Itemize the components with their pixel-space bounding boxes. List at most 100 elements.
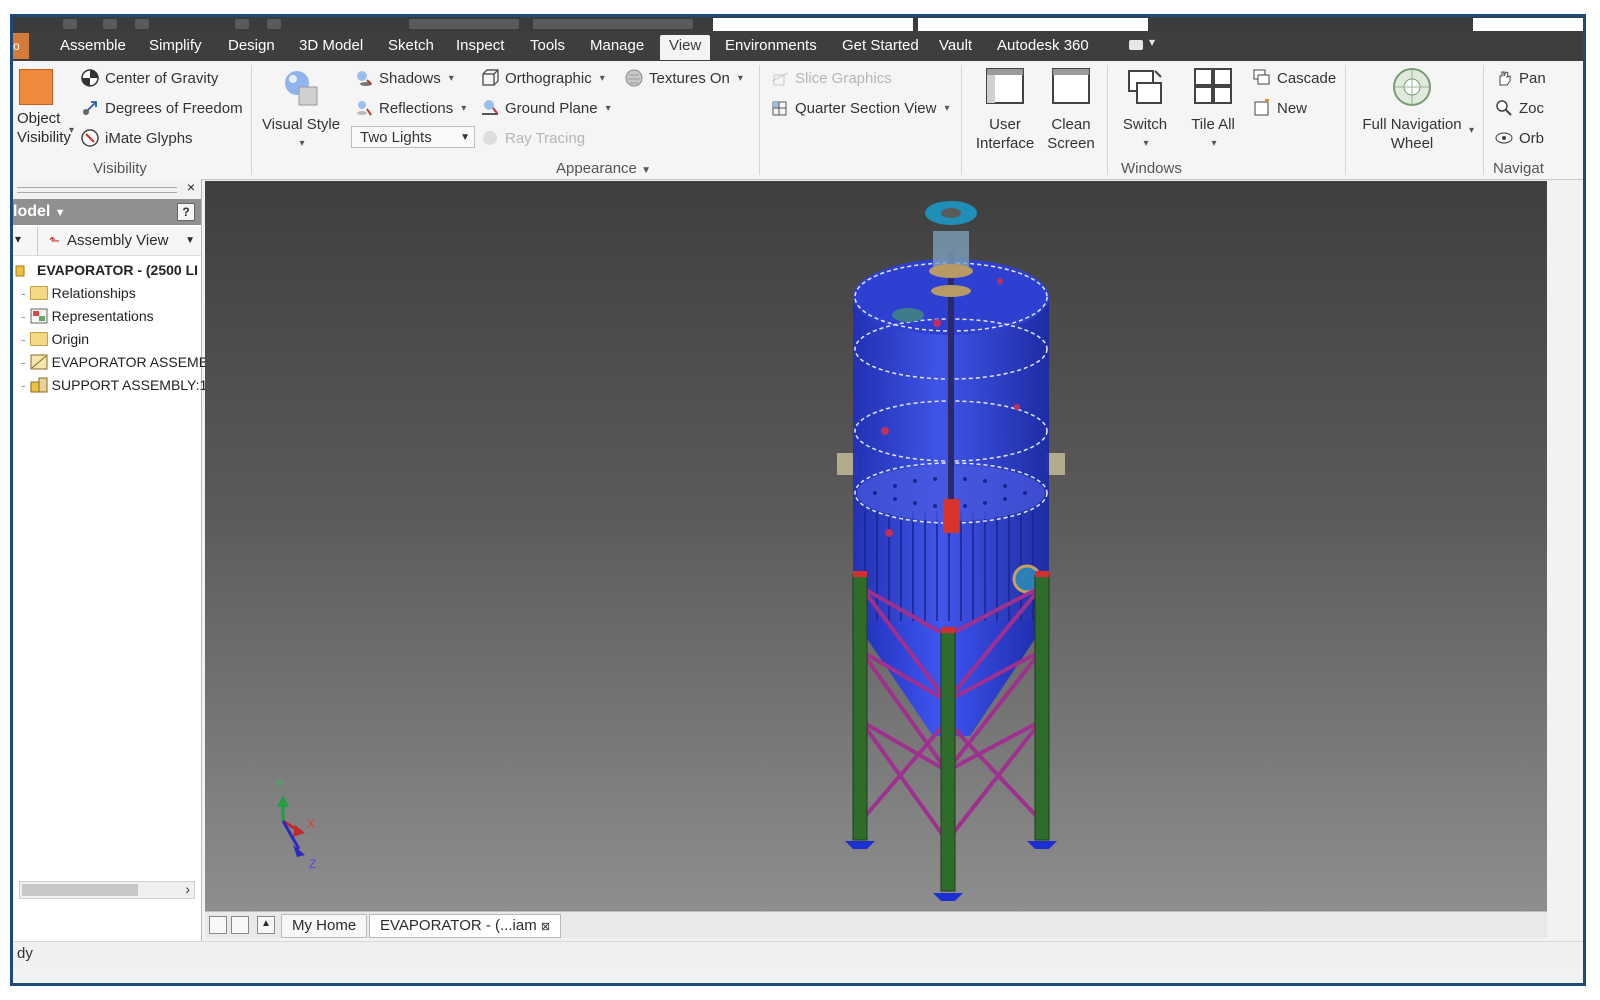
tree-item-label: SUPPORT ASSEMBLY:1	[51, 377, 205, 393]
chevron-down-icon: ▾	[1143, 138, 1149, 149]
tab-assemble[interactable]: Assemble	[60, 37, 126, 54]
quarter-section-view-button[interactable]: Quarter Section View ▾	[771, 99, 950, 117]
new-window-button[interactable]: New	[1253, 99, 1307, 117]
tab-3d-model[interactable]: 3D Model	[299, 37, 363, 54]
ray-tracing-button[interactable]: Ray Tracing	[481, 129, 585, 147]
user-interface-button[interactable]: User Interface	[971, 67, 1039, 153]
chevron-right-icon[interactable]: ›	[185, 881, 190, 897]
tab-design[interactable]: Design	[228, 37, 275, 54]
slice-graphics-button[interactable]: Slice Graphics	[771, 69, 892, 87]
tab-sketch[interactable]: Sketch	[388, 37, 434, 54]
tree-item-origin[interactable]: - Origin	[21, 328, 205, 350]
full-navigation-wheel-button[interactable]: Full Navigation Wheel	[1357, 67, 1467, 153]
browser-titlebar: ×	[13, 179, 201, 199]
chevron-down-icon: ▼	[185, 235, 195, 246]
tab-environments[interactable]: Environments	[725, 37, 817, 54]
imate-glyphs-label: iMate Glyphs	[105, 129, 193, 147]
tree-item-relationships[interactable]: - Relationships	[21, 282, 205, 304]
chevron-up-icon[interactable]: ▲	[257, 916, 275, 934]
tile-windows-icon[interactable]	[231, 916, 249, 934]
orthographic-label: Orthographic	[505, 69, 592, 87]
close-icon[interactable]: ⊠	[541, 921, 550, 933]
shadows-button[interactable]: Shadows ▾	[355, 69, 454, 87]
orthographic-button[interactable]: Orthographic ▾	[481, 69, 605, 87]
zoom-button[interactable]: Zoc	[1495, 99, 1544, 117]
tab-tools[interactable]: Tools	[530, 37, 565, 54]
visual-style-label: Visual Style	[261, 116, 341, 133]
clean-screen-button[interactable]: Clean Screen	[1041, 67, 1101, 153]
subassembly-icon	[30, 377, 48, 393]
ribbon: Object Visibility ▾ Center of Gravity De…	[13, 61, 1583, 180]
user-interface-icon	[986, 68, 1024, 104]
camera-icon[interactable]	[1129, 40, 1143, 50]
chevron-down-icon: ▾	[1211, 138, 1217, 149]
document-tab-bar: ▲ My Home EVAPORATOR - (...iam ⊠	[205, 911, 1547, 938]
filter-icon[interactable]: ▾	[15, 225, 21, 253]
pan-button[interactable]: Pan	[1495, 69, 1546, 87]
tab-vault[interactable]: Vault	[939, 37, 972, 54]
tree-item-label: EVAPORATOR ASSEMBI	[51, 354, 205, 370]
shadows-label: Shadows	[379, 69, 441, 87]
degrees-of-freedom-label: Degrees of Freedom	[105, 99, 243, 117]
cascade-label: Cascade	[1277, 69, 1337, 87]
browser-header[interactable]: lodel ▼?	[13, 199, 201, 225]
orbit-button[interactable]: Orb	[1495, 129, 1544, 147]
doc-tab-evaporator[interactable]: EVAPORATOR - (...iam ⊠	[369, 914, 562, 938]
tree-item-label: EVAPORATOR - (2500 LI	[37, 262, 199, 278]
shadows-icon	[357, 71, 372, 86]
doc-tab-my-home[interactable]: My Home	[281, 914, 368, 938]
pan-icon	[1499, 71, 1511, 86]
application-menu-button[interactable]: o	[13, 33, 29, 59]
center-of-gravity-icon	[81, 69, 99, 87]
degrees-of-freedom-button[interactable]: Degrees of Freedom	[81, 99, 243, 117]
tab-manage[interactable]: Manage	[590, 37, 644, 54]
tree-item-support-assembly[interactable]: - SUPPORT ASSEMBLY:1	[21, 374, 205, 396]
orthographic-icon	[482, 69, 499, 86]
status-bar: dy	[13, 941, 1583, 966]
help-icon[interactable]: ?	[177, 203, 195, 221]
center-of-gravity-button[interactable]: Center of Gravity	[81, 69, 218, 87]
tab-simplify[interactable]: Simplify	[149, 37, 202, 54]
tab-view[interactable]: View	[660, 35, 711, 60]
chevron-down-icon: ▾	[737, 72, 743, 84]
tab-get-started[interactable]: Get Started	[842, 37, 919, 54]
chevron-down-icon: ▾	[605, 102, 611, 114]
tab-inspect[interactable]: Inspect	[456, 37, 504, 54]
representations-icon	[30, 308, 48, 324]
tab-autodesk-360[interactable]: Autodesk 360	[997, 37, 1089, 54]
switch-button[interactable]: Switch ▾	[1113, 67, 1177, 153]
visual-style-button[interactable]: Visual Style ▾	[261, 67, 341, 153]
orbit-label: Orb	[1519, 129, 1545, 147]
chevron-down-icon: ▾	[461, 102, 467, 114]
slice-graphics-label: Slice Graphics	[795, 69, 892, 87]
cascade-button[interactable]: Cascade	[1253, 69, 1336, 87]
textures-on-button[interactable]: Textures On ▾	[625, 69, 743, 87]
tree-item-evaporator-assembly[interactable]: - EVAPORATOR ASSEMBI	[21, 351, 205, 373]
lighting-style-select[interactable]: Two Lights ▼	[351, 126, 475, 148]
browser-view-select[interactable]: ▾ ⬑ Assembly View ▼	[13, 227, 201, 256]
tree-item-representations[interactable]: - Representations	[21, 305, 205, 327]
browser-title: lodel	[13, 203, 51, 220]
pan-label: Pan	[1519, 69, 1546, 87]
tree-item-root[interactable]: EVAPORATOR - (2500 LI	[15, 259, 199, 281]
imate-glyphs-button[interactable]: iMate Glyphs	[81, 129, 193, 147]
center-of-gravity-label: Center of Gravity	[105, 69, 219, 87]
close-icon[interactable]: ×	[187, 179, 195, 195]
ground-plane-button[interactable]: Ground Plane ▾	[481, 99, 611, 117]
appearance-panel-title[interactable]: Appearance ▼	[556, 160, 651, 177]
slice-graphics-icon	[771, 72, 789, 86]
tile-all-button[interactable]: Tile All ▾	[1181, 67, 1245, 153]
chevron-down-icon: ▼	[641, 165, 651, 176]
chevron-down-icon[interactable]: ▾	[1149, 35, 1155, 49]
switch-label: Switch	[1122, 116, 1168, 133]
cascade-windows-icon[interactable]	[209, 916, 227, 934]
tile-all-icon	[1194, 68, 1232, 104]
graphics-viewport[interactable]: Y X Z	[205, 181, 1547, 911]
textures-on-label: Textures On	[649, 69, 730, 87]
reflections-button[interactable]: Reflections ▾	[355, 99, 466, 117]
zoom-label: Zoc	[1519, 99, 1545, 117]
ribbon-tab-bar: o Assemble Simplify Design 3D Model Sket…	[13, 31, 1583, 61]
browser-horizontal-scrollbar[interactable]: ›	[19, 881, 195, 899]
chevron-down-icon[interactable]: ▾	[1469, 125, 1474, 136]
object-visibility-button[interactable]: Object Visibility ▾	[13, 67, 83, 147]
